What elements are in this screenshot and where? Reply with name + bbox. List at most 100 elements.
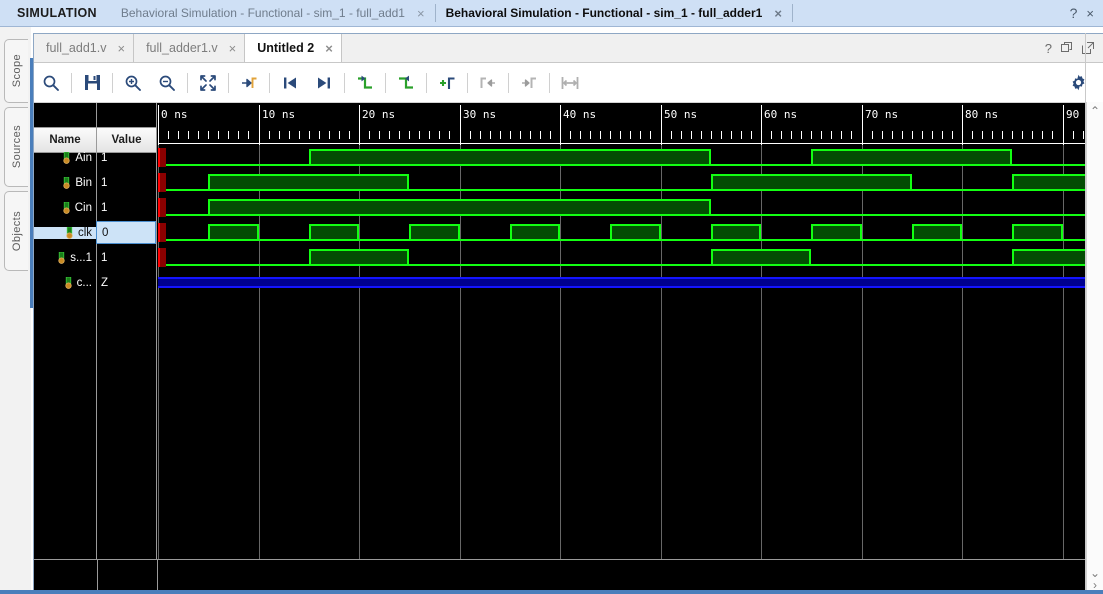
ruler-minor-tick bbox=[882, 131, 883, 139]
signal-name-cell[interactable]: Ain bbox=[34, 151, 96, 164]
waveform-high-segment bbox=[912, 224, 962, 241]
goto-time-icon[interactable] bbox=[235, 69, 263, 97]
signal-value-cell[interactable]: 0 bbox=[96, 221, 156, 244]
ruler-minor-tick bbox=[922, 131, 923, 139]
close-icon[interactable]: × bbox=[229, 41, 237, 56]
signal-name-cell[interactable]: c... bbox=[34, 276, 96, 289]
simulation-tab-full_adder1[interactable]: Behavioral Simulation - Functional - sim… bbox=[436, 0, 792, 26]
waveform-high-segment bbox=[811, 224, 862, 241]
waveform-low-segment bbox=[912, 189, 1012, 191]
add-marker-icon[interactable] bbox=[433, 69, 461, 97]
cursor-marker bbox=[158, 248, 166, 267]
close-icon[interactable]: × bbox=[415, 7, 427, 20]
signal-row-Cin[interactable]: Cin 1 bbox=[34, 195, 157, 220]
help-icon[interactable]: ? bbox=[1045, 41, 1052, 56]
waveform-low-segment bbox=[661, 239, 711, 241]
goto-start-icon[interactable] bbox=[276, 69, 304, 97]
waveform-trace-clk bbox=[158, 220, 1103, 245]
ruler-minor-tick bbox=[821, 131, 822, 139]
close-icon[interactable]: × bbox=[772, 7, 784, 20]
signal-row-list: Ain 1 Bin 1 Cin 1 clk 0 s...1 1 c... Z bbox=[34, 145, 157, 295]
signal-name-cell[interactable]: Cin bbox=[34, 201, 96, 214]
signal-row-Bin[interactable]: Bin 1 bbox=[34, 170, 157, 195]
signal-row-Ain[interactable]: Ain 1 bbox=[34, 145, 157, 170]
ruler-minor-tick bbox=[932, 131, 933, 139]
zoom-fit-icon[interactable] bbox=[194, 69, 222, 97]
close-icon[interactable]: × bbox=[1086, 6, 1094, 21]
waveform-low-segment bbox=[158, 264, 309, 266]
ruler-minor-tick bbox=[238, 131, 239, 139]
maximize-window-icon[interactable] bbox=[1082, 42, 1094, 54]
toolbar-divider bbox=[426, 72, 427, 93]
time-ruler[interactable]: 0 ns 10 ns 20 ns 30 ns 40 ns 50 ns 60 ns 70 ns 8… bbox=[158, 103, 1103, 145]
signal-row-s1[interactable]: s...1 1 bbox=[34, 245, 157, 270]
signal-name-label: Cin bbox=[74, 201, 92, 214]
sidebar-item-objects[interactable]: Objects bbox=[4, 191, 28, 271]
ruler-minor-tick bbox=[178, 131, 179, 139]
ruler-minor-tick bbox=[530, 131, 531, 139]
wire-signal-icon bbox=[61, 176, 72, 189]
signal-row-clk[interactable]: clk 0 bbox=[34, 220, 157, 245]
waveform-canvas[interactable]: 0 ns 10 ns 20 ns 30 ns 40 ns 50 ns 60 ns 70 ns 8… bbox=[158, 103, 1103, 559]
tab-untitled-2[interactable]: Untitled 2 × bbox=[245, 34, 342, 62]
ruler-major-tick bbox=[158, 105, 159, 145]
tab-strip-filler bbox=[341, 34, 1036, 62]
zoom-out-icon[interactable] bbox=[153, 69, 181, 97]
ruler-tick-label: 20 ns bbox=[362, 108, 396, 121]
help-icon[interactable]: ? bbox=[1070, 5, 1078, 21]
wave-pane-vscrollbar[interactable]: ⌃ ⌄ › bbox=[1086, 102, 1103, 594]
ruler-tick-label: 50 ns bbox=[664, 108, 698, 121]
waveform-low-segment bbox=[811, 264, 1012, 266]
wire-signal-icon bbox=[64, 226, 75, 239]
goto-end-icon[interactable] bbox=[310, 69, 338, 97]
ruler-major-tick bbox=[862, 105, 863, 145]
ruler-major-tick bbox=[460, 105, 461, 145]
ruler-minor-tick bbox=[449, 131, 450, 139]
simulation-tab-strip: Behavioral Simulation - Functional - sim… bbox=[111, 0, 1070, 26]
signal-value-cell[interactable]: Z bbox=[96, 270, 156, 295]
signal-name-cell[interactable]: s...1 bbox=[34, 251, 96, 264]
ruler-tick-label: 10 ns bbox=[262, 108, 296, 121]
ruler-minor-tick bbox=[550, 131, 551, 139]
close-icon[interactable]: × bbox=[325, 41, 333, 56]
ruler-minor-tick bbox=[1032, 131, 1033, 139]
ruler-minor-tick bbox=[570, 131, 571, 139]
ruler-minor-tick bbox=[439, 131, 440, 139]
cursor-marker bbox=[158, 223, 166, 242]
tab-full_add1-v[interactable]: full_add1.v × bbox=[34, 34, 135, 62]
simulation-tab-full_add1[interactable]: Behavioral Simulation - Functional - sim… bbox=[111, 0, 435, 26]
close-icon[interactable]: × bbox=[117, 41, 125, 56]
ruler-minor-tick bbox=[731, 131, 732, 139]
ruler-baseline bbox=[158, 143, 1103, 144]
tab-full_adder1-v[interactable]: full_adder1.v × bbox=[134, 34, 246, 62]
ruler-minor-tick bbox=[319, 131, 320, 139]
ruler-minor-tick bbox=[610, 131, 611, 139]
signal-name-cell[interactable]: Bin bbox=[34, 176, 96, 189]
search-icon[interactable] bbox=[37, 69, 65, 97]
signal-name-cell[interactable]: clk bbox=[34, 226, 96, 239]
save-icon[interactable] bbox=[78, 69, 106, 97]
previous-transition-icon[interactable] bbox=[351, 69, 379, 97]
sidebar-item-scope[interactable]: Scope bbox=[4, 39, 28, 103]
zoom-in-icon[interactable] bbox=[119, 69, 147, 97]
restore-window-icon[interactable] bbox=[1061, 42, 1073, 54]
scroll-up-icon[interactable]: ⌃ bbox=[1090, 105, 1100, 117]
waveform-high-segment bbox=[208, 224, 259, 241]
signal-value-cell[interactable]: 1 bbox=[96, 145, 156, 170]
gear-icon[interactable] bbox=[1064, 69, 1092, 97]
signal-value-cell[interactable]: 1 bbox=[96, 195, 156, 220]
ruler-minor-tick bbox=[801, 131, 802, 139]
waveform-low-segment bbox=[711, 214, 1103, 216]
signal-row-c[interactable]: c... Z bbox=[34, 270, 157, 295]
ruler-minor-tick bbox=[590, 131, 591, 139]
signal-value-cell[interactable]: 1 bbox=[96, 245, 156, 270]
sidebar-item-sources[interactable]: Sources bbox=[4, 107, 28, 187]
signal-name-label: c... bbox=[76, 276, 92, 289]
wire-signal-icon bbox=[63, 276, 74, 289]
ruler-minor-tick bbox=[952, 131, 953, 139]
waveform-high-segment bbox=[610, 224, 661, 241]
ruler-minor-tick bbox=[711, 131, 712, 139]
tab-window-controls: ? bbox=[1036, 34, 1103, 62]
next-transition-icon[interactable] bbox=[392, 69, 420, 97]
signal-value-cell[interactable]: 1 bbox=[96, 170, 156, 195]
